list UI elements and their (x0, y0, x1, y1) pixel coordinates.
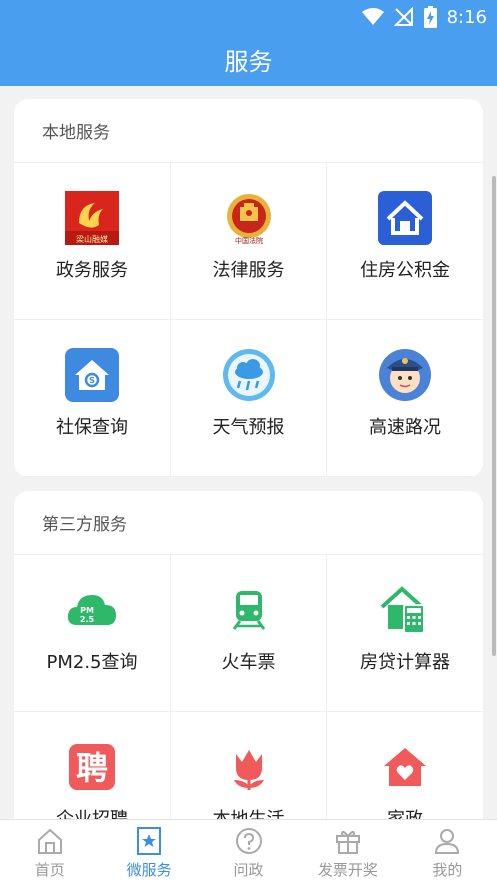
service-label: 本地生活 (213, 805, 285, 819)
gov-service-icon: 梁山融媒 (65, 191, 119, 245)
service-local-life[interactable]: 本地生活 (171, 712, 327, 819)
star-bookmark-icon (137, 827, 162, 855)
tulip-icon (233, 750, 264, 790)
home-heart-icon (384, 748, 426, 786)
service-label: 企业招聘 (56, 805, 128, 819)
court-emblem-icon: 中国法院 (226, 194, 271, 245)
traffic-police-icon (379, 349, 431, 401)
mortgage-calculator-icon (380, 586, 425, 634)
status-bar: 8:16 (361, 6, 487, 28)
tab-mine[interactable]: 我的 (398, 820, 497, 884)
service-label: 住房公积金 (360, 260, 450, 281)
train-icon (232, 591, 265, 630)
page-title: 服务 (224, 48, 273, 76)
tab-label: 我的 (432, 861, 463, 879)
pm25-icon-text: PM 2.5 (80, 606, 95, 624)
tab-home[interactable]: 首页 (0, 820, 99, 884)
scrollbar[interactable] (492, 176, 496, 656)
local-services-card: 本地服务 梁山融媒 政务服务 中国法院 法律服务 住房公积金 S 社保查询 天气… (14, 99, 483, 477)
housing-fund-icon (378, 191, 432, 245)
service-label: 高速路况 (369, 417, 441, 438)
question-icon (235, 828, 262, 854)
recruitment-icon: 聘 (69, 744, 115, 790)
service-social-security[interactable]: S 社保查询 (14, 320, 171, 477)
tab-invoice-lottery[interactable]: 发票开奖 (298, 820, 397, 884)
battery-charging-icon (423, 6, 437, 28)
service-housekeeping[interactable]: 家政 (327, 712, 483, 819)
home-icon (37, 828, 62, 854)
service-mortgage-calc[interactable]: 房贷计算器 (327, 555, 483, 712)
tab-label: 首页 (34, 861, 65, 879)
pm25-cloud-icon: PM 2.5 (67, 595, 116, 625)
app-header: 8:16 服务 (0, 0, 497, 86)
tab-label: 发票开奖 (317, 861, 378, 879)
tab-wenzheng[interactable]: 问政 (199, 820, 298, 884)
service-weather[interactable]: 天气预报 (171, 320, 327, 477)
bottom-tab-bar: 首页 微服务 问政 发票开奖 我的 (0, 819, 497, 884)
service-gov[interactable]: 梁山融媒 政务服务 (14, 163, 171, 320)
service-label: 天气预报 (212, 417, 285, 438)
service-housing-fund[interactable]: 住房公积金 (327, 163, 483, 320)
status-time: 8:16 (446, 6, 487, 28)
service-label: 政务服务 (56, 260, 128, 281)
service-label: 家政 (387, 805, 423, 819)
person-icon (435, 829, 460, 854)
recruitment-icon-text: 聘 (76, 749, 108, 787)
no-signal-icon (393, 7, 413, 26)
service-recruitment[interactable]: 聘 企业招聘 (14, 712, 171, 819)
service-label: 房贷计算器 (360, 652, 450, 673)
service-label: 火车票 (221, 652, 276, 673)
weather-rain-icon (222, 349, 275, 401)
court-logo-text: 中国法院 (235, 236, 263, 245)
tab-label: 问政 (233, 861, 264, 879)
gov-logo-text: 梁山融媒 (76, 234, 108, 244)
service-pm25[interactable]: PM 2.5 PM2.5查询 (14, 555, 171, 712)
gift-box-icon (335, 830, 360, 854)
service-train-ticket[interactable]: 火车票 (171, 555, 327, 712)
service-label: 法律服务 (212, 260, 285, 281)
third-party-services-title: 第三方服务 (14, 491, 483, 555)
service-label: 社保查询 (56, 417, 128, 438)
third-party-services-card: 第三方服务 PM 2.5 PM2.5查询 火车票 房贷计算器 聘 (14, 491, 483, 819)
services-content[interactable]: 本地服务 梁山融媒 政务服务 中国法院 法律服务 住房公积金 S 社保查询 天气… (0, 86, 497, 819)
tab-label: 微服务 (126, 861, 172, 879)
tab-microservice[interactable]: 微服务 (99, 820, 198, 884)
svg-text:S: S (89, 376, 95, 385)
service-highway[interactable]: 高速路况 (327, 320, 483, 477)
social-security-icon: S (65, 348, 119, 402)
local-services-title: 本地服务 (14, 99, 483, 163)
wifi-icon (361, 8, 384, 25)
service-legal[interactable]: 中国法院 法律服务 (171, 163, 327, 320)
service-label: PM2.5查询 (46, 652, 138, 673)
